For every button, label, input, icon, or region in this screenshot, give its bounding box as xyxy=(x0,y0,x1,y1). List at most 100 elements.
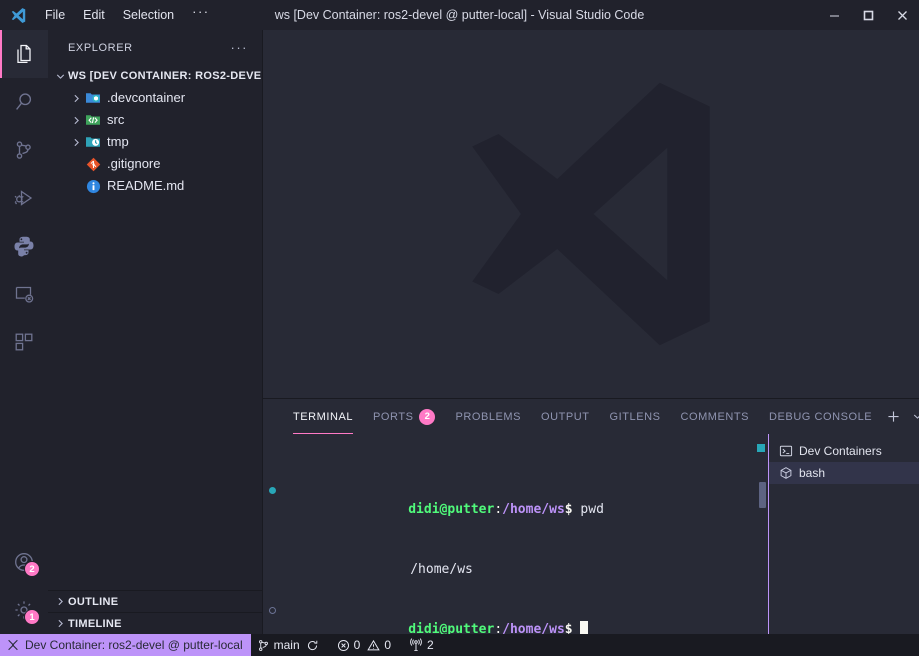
terminal-scrollbar[interactable] xyxy=(759,482,766,508)
tab-terminal[interactable]: TERMINAL xyxy=(283,399,363,434)
menu-selection[interactable]: Selection xyxy=(114,4,183,26)
activity-bar: 2 1 xyxy=(0,30,48,634)
activity-settings[interactable]: 1 xyxy=(0,586,48,634)
panel-tabs: TERMINAL PORTS 2 PROBLEMS OUTPUT GITLENS xyxy=(263,399,919,434)
minimize-button[interactable] xyxy=(817,0,851,30)
tab-ports[interactable]: PORTS 2 xyxy=(363,399,445,434)
menu-file[interactable]: File xyxy=(36,4,74,26)
tree-item-label: src xyxy=(107,112,125,127)
tab-debug-console[interactable]: DEBUG CONSOLE xyxy=(759,399,882,434)
status-problems[interactable]: 0 0 xyxy=(331,634,397,656)
tab-problems[interactable]: PROBLEMS xyxy=(445,399,531,434)
editor-empty-watermark xyxy=(263,30,919,398)
panel-content: didi@putter:/home/ws$ pwd /home/ws didi@… xyxy=(263,434,919,634)
activity-search[interactable] xyxy=(0,78,48,126)
tree-item-tmp[interactable]: tmp xyxy=(48,131,262,153)
prompt-path: /home/ws xyxy=(502,502,565,517)
activity-source-control[interactable] xyxy=(0,126,48,174)
activity-accounts[interactable]: 2 xyxy=(0,538,48,586)
warning-icon xyxy=(367,639,381,652)
tree-root-folder[interactable]: WS [DEV CONTAINER: ROS2-DEVE... xyxy=(48,65,262,87)
terminal-command: pwd xyxy=(572,502,604,517)
activity-remote-explorer[interactable] xyxy=(0,270,48,318)
vscode-window: File Edit Selection ··· ws [Dev Containe… xyxy=(0,0,919,656)
tab-label: COMMENTS xyxy=(680,410,750,423)
status-branch[interactable]: main xyxy=(251,634,325,656)
radio-tower-icon xyxy=(409,638,423,652)
status-remote-indicator[interactable]: Dev Container: ros2-devel @ putter-local xyxy=(0,634,251,656)
status-bar: Dev Container: ros2-devel @ putter-local… xyxy=(0,634,919,656)
container-cube-icon xyxy=(777,466,795,480)
tab-gitlens[interactable]: GITLENS xyxy=(600,399,671,434)
activity-run-debug[interactable] xyxy=(0,174,48,222)
prompt-dollar: $ xyxy=(564,502,573,517)
sidebar: EXPLORER ··· WS [DEV CONTAINER: ROS2-DEV… xyxy=(48,30,263,634)
sync-icon xyxy=(306,639,319,652)
sidebar-more-actions-button[interactable]: ··· xyxy=(231,40,257,55)
tab-label: OUTPUT xyxy=(541,410,590,423)
settings-badge: 1 xyxy=(24,609,40,625)
activity-extensions[interactable] xyxy=(0,318,48,366)
tree-item-readme[interactable]: README.md xyxy=(48,175,262,197)
sidebar-section-outline[interactable]: OUTLINE xyxy=(48,590,262,612)
sidebar-section-label: OUTLINE xyxy=(68,595,119,608)
terminal-line-output: /home/ws xyxy=(283,540,768,577)
chevron-right-icon xyxy=(68,90,84,106)
chevron-right-icon xyxy=(68,112,84,128)
activity-python[interactable] xyxy=(0,222,48,270)
error-icon xyxy=(337,639,350,652)
terminal-command-decoration xyxy=(757,444,765,452)
tree-item-label: README.md xyxy=(107,178,185,193)
menu-edit[interactable]: Edit xyxy=(74,4,114,26)
sidebar-section-timeline[interactable]: TIMELINE xyxy=(48,612,262,634)
menu-more[interactable]: ··· xyxy=(183,3,219,27)
folder-src-icon xyxy=(84,112,102,128)
window-controls xyxy=(817,0,919,30)
terminal-group-label: Dev Containers xyxy=(799,444,882,458)
explorer-tree: WS [DEV CONTAINER: ROS2-DEVE... .devcont… xyxy=(48,65,262,590)
close-button[interactable] xyxy=(885,0,919,30)
prompt-user: didi@putter xyxy=(408,622,495,634)
status-radio-tower[interactable]: 2 xyxy=(403,634,440,656)
activity-bar-spacer xyxy=(0,366,48,538)
prompt-colon: : xyxy=(494,622,503,634)
chevron-right-icon xyxy=(68,134,84,150)
terminal-output: didi@putter:/home/ws$ pwd /home/ws didi@… xyxy=(263,440,768,634)
activity-explorer[interactable] xyxy=(0,30,48,78)
tree-item-gitignore[interactable]: .gitignore xyxy=(48,153,262,175)
git-file-icon xyxy=(84,156,102,172)
chevron-right-icon xyxy=(52,594,68,610)
tab-output[interactable]: OUTPUT xyxy=(531,399,600,434)
terminal-output-text: /home/ws xyxy=(410,562,473,577)
tree-item-label: tmp xyxy=(107,134,129,149)
tab-label: TERMINAL xyxy=(293,410,354,423)
terminal-tab-label: bash xyxy=(799,466,826,480)
terminal-line-prompt-2: didi@putter:/home/ws$ xyxy=(269,600,768,634)
tab-comments[interactable]: COMMENTS xyxy=(670,399,759,434)
tree-root-label: WS [DEV CONTAINER: ROS2-DEVE... xyxy=(68,70,262,82)
terminal-view[interactable]: didi@putter:/home/ws$ pwd /home/ws didi@… xyxy=(263,434,768,634)
menu-bar: File Edit Selection ··· xyxy=(36,3,219,27)
tree-item-devcontainer[interactable]: .devcontainer xyxy=(48,87,262,109)
vscode-watermark-logo xyxy=(441,64,741,364)
tab-label: DEBUG CONSOLE xyxy=(769,410,873,423)
tab-label: GITLENS xyxy=(609,410,661,423)
branch-icon xyxy=(257,639,270,652)
vscode-logo-icon xyxy=(0,7,36,24)
folder-devcontainer-icon xyxy=(84,90,102,106)
chevron-down-icon xyxy=(52,68,68,84)
tree-item-src[interactable]: src xyxy=(48,109,262,131)
terminal-tab-bash[interactable]: bash xyxy=(769,462,919,484)
bottom-panel: TERMINAL PORTS 2 PROBLEMS OUTPUT GITLENS xyxy=(263,398,919,634)
title-bar: File Edit Selection ··· ws [Dev Containe… xyxy=(0,0,919,30)
ports-badge: 2 xyxy=(419,408,436,425)
maximize-button[interactable] xyxy=(851,0,885,30)
terminal-line-prompt-1: didi@putter:/home/ws$ pwd xyxy=(269,480,768,517)
terminal-decorations xyxy=(754,434,768,634)
panel-action-bar xyxy=(882,399,919,434)
new-terminal-button[interactable] xyxy=(882,406,904,428)
status-radio-count: 2 xyxy=(427,638,434,652)
accounts-badge: 2 xyxy=(24,561,40,577)
terminal-split-dropdown-button[interactable] xyxy=(906,406,919,428)
